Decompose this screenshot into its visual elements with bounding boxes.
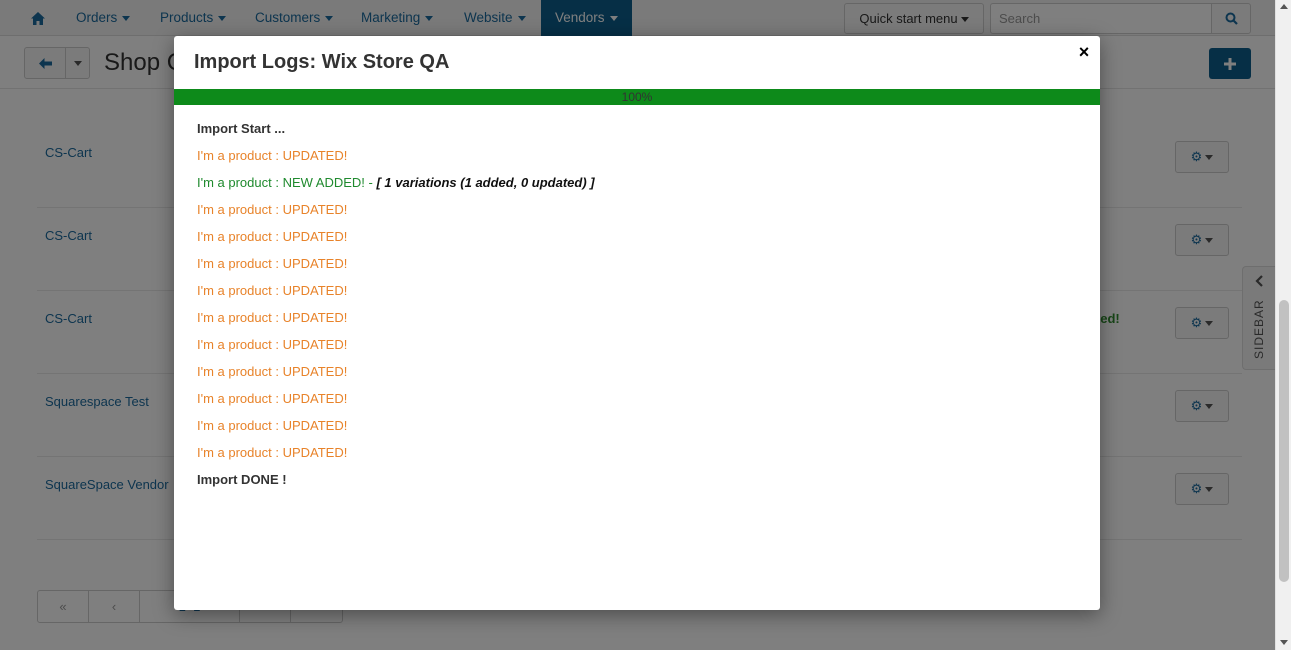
log-text: I'm a product : UPDATED!	[197, 418, 348, 433]
log-variations-detail: [ 1 variations (1 added, 0 updated) ]	[376, 175, 595, 190]
close-icon[interactable]: ×	[1076, 42, 1092, 62]
log-line: I'm a product : UPDATED!	[197, 364, 1077, 391]
log-line: I'm a product : UPDATED!	[197, 148, 1077, 175]
log-line: Import Start ...	[197, 121, 1077, 148]
log-line: Import DONE !	[197, 472, 1077, 499]
log-line: I'm a product : UPDATED!	[197, 391, 1077, 418]
log-text: I'm a product : UPDATED!	[197, 283, 348, 298]
import-logs-dialog: Import Logs: Wix Store QA × 100% Import …	[174, 36, 1100, 610]
log-text: I'm a product : UPDATED!	[197, 310, 348, 325]
page-scrollbar[interactable]	[1275, 0, 1291, 650]
log-text: Import Start ...	[197, 121, 286, 136]
log-text: I'm a product : UPDATED!	[197, 364, 348, 379]
log-line: I'm a product : UPDATED!	[197, 310, 1077, 337]
log-line: I'm a product : UPDATED!	[197, 229, 1077, 256]
log-text: I'm a product : UPDATED!	[197, 337, 348, 352]
log-line: I'm a product : UPDATED!	[197, 202, 1077, 229]
scroll-up-icon[interactable]	[1280, 4, 1288, 9]
log-text: I'm a product : UPDATED!	[197, 229, 348, 244]
log-text: I'm a product : UPDATED!	[197, 391, 348, 406]
scroll-thumb[interactable]	[1279, 300, 1289, 582]
scroll-down-icon[interactable]	[1280, 640, 1288, 645]
log-text: I'm a product : UPDATED!	[197, 256, 348, 271]
import-log: Import Start ... I'm a product : UPDATED!…	[197, 121, 1077, 499]
log-line: I'm a product : NEW ADDED! - [ 1 variati…	[197, 175, 1077, 202]
log-text: I'm a product : UPDATED!	[197, 445, 348, 460]
log-line: I'm a product : UPDATED!	[197, 283, 1077, 310]
log-text: I'm a product : UPDATED!	[197, 202, 348, 217]
progress-label: 100%	[621, 90, 653, 104]
log-text: I'm a product : NEW ADDED! -	[197, 175, 377, 190]
dialog-title: Import Logs: Wix Store QA	[194, 51, 450, 73]
log-line: I'm a product : UPDATED!	[197, 337, 1077, 364]
log-line: I'm a product : UPDATED!	[197, 418, 1077, 445]
import-progress-bar: 100%	[174, 89, 1100, 105]
log-text: Import DONE !	[197, 472, 287, 487]
log-line: I'm a product : UPDATED!	[197, 445, 1077, 472]
log-text: I'm a product : UPDATED!	[197, 148, 348, 163]
log-line: I'm a product : UPDATED!	[197, 256, 1077, 283]
